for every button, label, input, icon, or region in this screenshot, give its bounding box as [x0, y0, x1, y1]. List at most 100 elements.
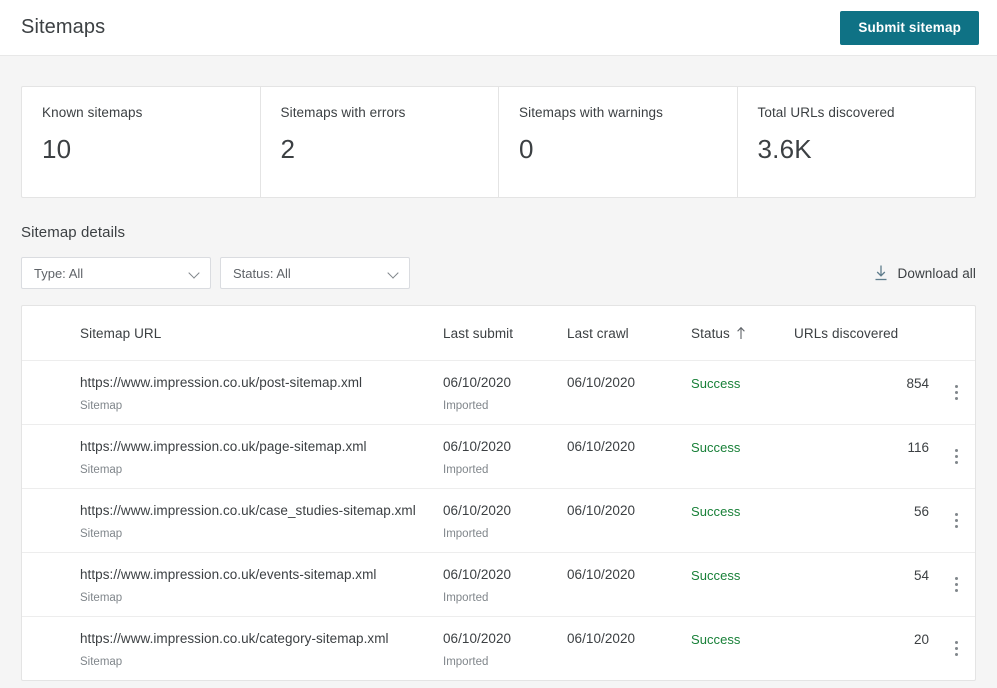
row-url-cell: https://www.impression.co.uk/page-sitema… — [80, 439, 443, 477]
more-options-icon[interactable] — [954, 575, 958, 592]
row-status-cell: Success — [691, 503, 794, 521]
stat-card-sitemaps-with-warnings[interactable]: Sitemaps with warnings 0 — [498, 87, 737, 197]
row-last-crawl-cell: 06/10/2020 — [567, 567, 691, 583]
row-url-cell: https://www.impression.co.uk/case_studie… — [80, 503, 443, 541]
status-badge: Success — [691, 504, 741, 519]
table-row[interactable]: https://www.impression.co.uk/post-sitema… — [22, 360, 975, 424]
last-crawl-date: 06/10/2020 — [567, 375, 636, 390]
stat-value: 3.6K — [757, 134, 812, 164]
submit-note: Imported — [443, 656, 489, 668]
row-url-cell: https://www.impression.co.uk/events-site… — [80, 567, 443, 605]
row-urls-discovered-cell: 116 — [794, 439, 937, 457]
row-last-submit-cell: 06/10/2020 Imported — [443, 567, 567, 605]
page-content: Known sitemaps 10 Sitemaps with errors 2… — [0, 86, 997, 681]
table-row[interactable]: https://www.impression.co.uk/page-sitema… — [22, 424, 975, 488]
row-last-crawl-cell: 06/10/2020 — [567, 439, 691, 455]
last-crawl-date: 06/10/2020 — [567, 567, 636, 582]
sitemap-url[interactable]: https://www.impression.co.uk/post-sitema… — [80, 375, 443, 391]
sitemap-type: Sitemap — [80, 528, 123, 540]
row-urls-discovered-cell: 20 — [794, 631, 937, 649]
more-options-icon[interactable] — [954, 511, 958, 528]
sitemap-url[interactable]: https://www.impression.co.uk/category-si… — [80, 631, 443, 647]
status-filter-dropdown[interactable]: Status: All — [220, 257, 410, 289]
stat-card-sitemaps-with-errors[interactable]: Sitemaps with errors 2 — [259, 87, 499, 197]
page-header: Sitemaps Submit sitemap — [0, 0, 997, 56]
stat-label: Known sitemaps — [42, 105, 143, 120]
more-options-icon[interactable] — [954, 383, 958, 400]
stat-value: 0 — [519, 134, 534, 164]
urls-discovered-value: 116 — [907, 440, 929, 455]
column-header-last-crawl[interactable]: Last crawl — [567, 326, 691, 341]
row-last-crawl-cell: 06/10/2020 — [567, 503, 691, 519]
last-submit-date: 06/10/2020 — [443, 503, 512, 518]
row-menu-cell — [937, 375, 975, 400]
table-header-row: Sitemap URL Last submit Last crawl Statu… — [22, 306, 975, 360]
sitemaps-table: Sitemap URL Last submit Last crawl Statu… — [21, 305, 976, 681]
row-url-cell: https://www.impression.co.uk/post-sitema… — [80, 375, 443, 413]
table-row[interactable]: https://www.impression.co.uk/case_studie… — [22, 488, 975, 552]
download-all-label: Download all — [897, 265, 976, 281]
urls-discovered-value: 56 — [913, 504, 929, 519]
stat-label: Total URLs discovered — [757, 105, 895, 120]
row-menu-cell — [937, 439, 975, 464]
row-urls-discovered-cell: 56 — [794, 503, 937, 521]
status-filter-value: Status: All — [233, 265, 291, 281]
table-row[interactable]: https://www.impression.co.uk/events-site… — [22, 552, 975, 616]
urls-discovered-value: 854 — [906, 376, 929, 391]
status-badge: Success — [691, 440, 741, 455]
urls-discovered-value: 54 — [913, 568, 929, 583]
table-row[interactable]: https://www.impression.co.uk/category-si… — [22, 616, 975, 680]
more-options-icon[interactable] — [954, 447, 958, 464]
row-status-cell: Success — [691, 567, 794, 585]
last-crawl-date: 06/10/2020 — [567, 439, 636, 454]
sitemap-type: Sitemap — [80, 464, 123, 476]
row-urls-discovered-cell: 54 — [794, 567, 937, 585]
sitemap-url[interactable]: https://www.impression.co.uk/page-sitema… — [80, 439, 443, 455]
column-header-last-submit[interactable]: Last submit — [443, 326, 567, 341]
row-urls-discovered-cell: 854 — [794, 375, 937, 393]
more-options-icon[interactable] — [954, 639, 958, 656]
column-header-status[interactable]: Status — [691, 326, 794, 341]
stat-label: Sitemaps with warnings — [519, 105, 664, 120]
row-menu-cell — [937, 631, 975, 656]
stat-card-total-urls-discovered[interactable]: Total URLs discovered 3.6K — [736, 87, 976, 197]
sitemap-type: Sitemap — [80, 592, 123, 604]
download-arrow-icon — [875, 265, 886, 281]
sitemap-url[interactable]: https://www.impression.co.uk/case_studie… — [80, 503, 443, 519]
download-all-button[interactable]: Download all — [873, 264, 977, 282]
submit-sitemap-button[interactable]: Submit sitemap — [840, 10, 979, 45]
row-menu-cell — [937, 503, 975, 528]
sitemap-type: Sitemap — [80, 656, 123, 668]
type-filter-dropdown[interactable]: Type: All — [21, 257, 211, 289]
stat-value: 2 — [280, 134, 296, 164]
sitemap-type: Sitemap — [80, 400, 123, 412]
column-header-status-label: Status — [691, 325, 730, 341]
page-title: Sitemaps — [21, 16, 106, 38]
arrow-up-icon — [737, 326, 745, 339]
row-status-cell: Success — [691, 631, 794, 649]
last-crawl-date: 06/10/2020 — [567, 503, 636, 518]
row-last-submit-cell: 06/10/2020 Imported — [443, 375, 567, 413]
chevron-down-icon — [189, 267, 201, 279]
row-url-cell: https://www.impression.co.uk/category-si… — [80, 631, 443, 669]
column-header-sitemap-url[interactable]: Sitemap URL — [80, 326, 443, 341]
row-last-submit-cell: 06/10/2020 Imported — [443, 439, 567, 477]
row-status-cell: Success — [691, 375, 794, 393]
row-menu-cell — [937, 567, 975, 592]
column-header-urls-discovered[interactable]: URLs discovered — [794, 326, 937, 341]
submit-note: Imported — [443, 400, 489, 412]
last-submit-date: 06/10/2020 — [443, 631, 512, 646]
last-submit-date: 06/10/2020 — [443, 567, 512, 582]
row-last-crawl-cell: 06/10/2020 — [567, 631, 691, 647]
filter-toolbar: Type: All Status: All Download all — [21, 257, 976, 289]
sitemap-url[interactable]: https://www.impression.co.uk/events-site… — [80, 567, 443, 583]
chevron-down-icon — [388, 267, 400, 279]
sitemap-details-heading: Sitemap details — [21, 224, 126, 241]
status-badge: Success — [691, 376, 741, 391]
summary-cards: Known sitemaps 10 Sitemaps with errors 2… — [21, 86, 976, 198]
last-submit-date: 06/10/2020 — [443, 375, 512, 390]
row-status-cell: Success — [691, 439, 794, 457]
status-badge: Success — [691, 568, 741, 583]
last-submit-date: 06/10/2020 — [443, 439, 512, 454]
stat-card-known-sitemaps[interactable]: Known sitemaps 10 — [22, 87, 260, 197]
